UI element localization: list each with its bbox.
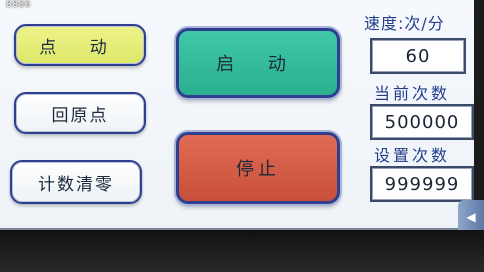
current-count-label: 当前次数 bbox=[374, 84, 451, 103]
jog-button-label: 点 动 bbox=[39, 37, 121, 58]
clear-count-button[interactable]: 计数清零 bbox=[10, 160, 142, 204]
set-count-value: 999999 bbox=[384, 173, 460, 195]
current-count-field: 500000 bbox=[370, 104, 474, 140]
start-button[interactable]: 启 动 bbox=[176, 28, 340, 98]
home-button[interactable]: 回原点 bbox=[14, 92, 146, 134]
start-button-label: 启 动 bbox=[216, 54, 300, 75]
speed-value: 60 bbox=[405, 45, 431, 67]
home-button-label: 回原点 bbox=[51, 105, 109, 126]
stop-button-label: 停止 bbox=[236, 159, 280, 180]
set-count-field[interactable]: 999999 bbox=[370, 166, 474, 202]
device-bezel bbox=[0, 230, 484, 272]
jog-button[interactable]: 点 动 bbox=[14, 24, 146, 66]
clear-count-button-label: 计数清零 bbox=[38, 174, 114, 195]
stop-button[interactable]: 停止 bbox=[176, 132, 340, 204]
speed-field[interactable]: 60 bbox=[370, 38, 466, 74]
side-tab-button[interactable]: ◀ bbox=[458, 200, 484, 234]
set-count-label: 设置次数 bbox=[374, 146, 451, 165]
arrow-left-icon: ◀ bbox=[466, 210, 476, 224]
speed-label: 速度:次/分 bbox=[364, 14, 445, 33]
current-count-value: 500000 bbox=[384, 111, 460, 133]
status-number: 8886 bbox=[6, 0, 31, 10]
hmi-screen: 8886 点 动 回原点 计数清零 启 动 停止 速度:次/分 60 当前次数 … bbox=[0, 0, 474, 230]
